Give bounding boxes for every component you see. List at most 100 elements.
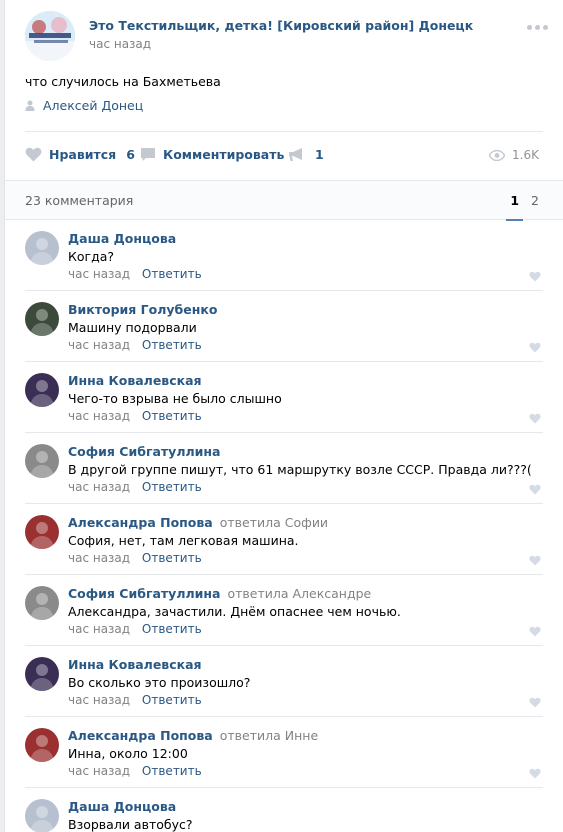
like-button[interactable]: Нравится 6 bbox=[25, 147, 135, 162]
comment-text: Инна, около 12:00 bbox=[68, 746, 188, 761]
post-author-link[interactable]: Алексей Донец bbox=[25, 98, 143, 113]
comments-list: Даша Донцова Когда? час назад Ответить В… bbox=[5, 220, 563, 832]
comments-count: 23 комментария bbox=[25, 193, 134, 208]
comment-like-button[interactable] bbox=[529, 767, 541, 779]
comment-time[interactable]: час назад bbox=[68, 409, 130, 423]
reply-button[interactable]: Ответить bbox=[142, 622, 202, 636]
group-name-link[interactable]: Это Текстильщик, детка! [Кировский район… bbox=[89, 18, 473, 33]
avatar[interactable] bbox=[25, 728, 59, 762]
share-count: 1 bbox=[315, 147, 324, 162]
avatar[interactable] bbox=[25, 515, 59, 549]
avatar[interactable] bbox=[25, 373, 59, 407]
comment-author-link[interactable]: София Сибгатуллина bbox=[68, 444, 220, 459]
comment-time[interactable]: час назад bbox=[68, 480, 130, 494]
comment-text: Когда? bbox=[68, 249, 115, 264]
comment-item: Инна Ковалевская Во сколько это произошл… bbox=[25, 646, 543, 717]
comment-item: София Сибгатуллина ответила Александре А… bbox=[25, 575, 543, 646]
comment-item: Александра Попова ответила Софии София, … bbox=[25, 504, 543, 575]
comment-author-link[interactable]: Виктория Голубенко bbox=[68, 302, 217, 317]
avatar[interactable] bbox=[25, 302, 59, 336]
comment-like-button[interactable] bbox=[529, 554, 541, 566]
reply-button[interactable]: Ответить bbox=[142, 551, 202, 565]
comment-author-line: Инна Ковалевская bbox=[68, 657, 202, 672]
comment-author-line: София Сибгатуллина ответила Александре bbox=[68, 586, 371, 601]
comment-meta: час назад Ответить bbox=[68, 338, 202, 352]
comment-time[interactable]: час назад bbox=[68, 764, 130, 778]
post-time[interactable]: час назад bbox=[89, 37, 151, 51]
reply-button[interactable]: Ответить bbox=[142, 267, 202, 281]
comment-time[interactable]: час назад bbox=[68, 551, 130, 565]
avatar[interactable] bbox=[25, 799, 59, 832]
comment-meta: час назад Ответить bbox=[68, 622, 202, 636]
page-2-tab[interactable]: 2 bbox=[531, 181, 539, 220]
eye-icon bbox=[489, 149, 506, 161]
avatar-image bbox=[25, 515, 59, 549]
replied-label: ответила bbox=[219, 728, 281, 743]
more-options-icon[interactable] bbox=[527, 22, 549, 32]
reply-button[interactable]: Ответить bbox=[142, 764, 202, 778]
comment-author-line: Инна Ковалевская bbox=[68, 373, 202, 388]
like-count: 6 bbox=[126, 147, 135, 162]
post-card: Это Текстильщик, детка! [Кировский район… bbox=[4, 0, 563, 832]
reply-button[interactable]: Ответить bbox=[142, 693, 202, 707]
comment-author-link[interactable]: Александра Попова bbox=[68, 515, 213, 530]
comment-text: Взорвали автобус? bbox=[68, 817, 193, 832]
comment-meta: час назад Ответить bbox=[68, 764, 202, 778]
comment-author-link[interactable]: Даша Донцова bbox=[68, 799, 176, 814]
comment-like-button[interactable] bbox=[529, 696, 541, 708]
reply-to-link[interactable]: Инне bbox=[285, 728, 318, 743]
avatar-image bbox=[25, 444, 59, 478]
comment-item: Даша Донцова Когда? час назад Ответить bbox=[25, 220, 543, 291]
avatar[interactable] bbox=[25, 586, 59, 620]
reply-button[interactable]: Ответить bbox=[142, 409, 202, 423]
heart-icon bbox=[529, 271, 541, 282]
heart-icon bbox=[529, 626, 541, 637]
avatar-image bbox=[25, 231, 59, 265]
comment-meta: час назад Ответить bbox=[68, 693, 202, 707]
comment-author-line: Даша Донцова bbox=[68, 231, 176, 246]
comment-author-line: София Сибгатуллина bbox=[68, 444, 220, 459]
megaphone-icon bbox=[289, 148, 302, 161]
comment-time[interactable]: час назад bbox=[68, 267, 130, 281]
comment-time[interactable]: час назад bbox=[68, 693, 130, 707]
reply-to-link[interactable]: Александре bbox=[292, 586, 371, 601]
avatar-image bbox=[25, 799, 59, 832]
speech-bubble-icon bbox=[141, 148, 155, 161]
reply-to-link[interactable]: Софии bbox=[285, 515, 328, 530]
comment-like-button[interactable] bbox=[529, 412, 541, 424]
avatar-image bbox=[25, 586, 59, 620]
page-1-tab[interactable]: 1 bbox=[506, 181, 523, 221]
heart-icon bbox=[529, 768, 541, 779]
post-text: что случилось на Бахметьева bbox=[25, 74, 221, 89]
comment-time[interactable]: час назад bbox=[68, 338, 130, 352]
avatar[interactable] bbox=[25, 231, 59, 265]
avatar[interactable] bbox=[25, 444, 59, 478]
comment-author-link[interactable]: София Сибгатуллина bbox=[68, 586, 220, 601]
post-header: Это Текстильщик, детка! [Кировский район… bbox=[5, 0, 563, 70]
comment-author-link[interactable]: Инна Ковалевская bbox=[68, 373, 202, 388]
comment-meta: час назад Ответить bbox=[68, 267, 202, 281]
reply-button[interactable]: Ответить bbox=[142, 338, 202, 352]
comment-author-link[interactable]: Даша Донцова bbox=[68, 231, 176, 246]
group-avatar[interactable] bbox=[25, 11, 75, 61]
comment-meta: час назад Ответить bbox=[68, 551, 202, 565]
replied-label: ответила bbox=[227, 586, 289, 601]
share-button[interactable]: 1 bbox=[288, 147, 324, 162]
heart-icon bbox=[529, 342, 541, 353]
comment-like-button[interactable] bbox=[529, 270, 541, 282]
avatar-image bbox=[25, 657, 59, 691]
comment-button[interactable]: Комментировать bbox=[140, 147, 284, 162]
comment-author-link[interactable]: Александра Попова bbox=[68, 728, 213, 743]
comment-author-line: Александра Попова ответила Софии bbox=[68, 515, 328, 530]
avatar[interactable] bbox=[25, 657, 59, 691]
comment-time[interactable]: час назад bbox=[68, 622, 130, 636]
comment-like-button[interactable] bbox=[529, 341, 541, 353]
comment-author-line: Виктория Голубенко bbox=[68, 302, 217, 317]
comment-like-button[interactable] bbox=[529, 625, 541, 637]
comment-like-button[interactable] bbox=[529, 483, 541, 495]
post-author-name: Алексей Донец bbox=[43, 98, 144, 113]
group-avatar-image bbox=[25, 11, 75, 61]
comment-author-link[interactable]: Инна Ковалевская bbox=[68, 657, 202, 672]
comment-text: Во сколько это произошло? bbox=[68, 675, 251, 690]
reply-button[interactable]: Ответить bbox=[142, 480, 202, 494]
